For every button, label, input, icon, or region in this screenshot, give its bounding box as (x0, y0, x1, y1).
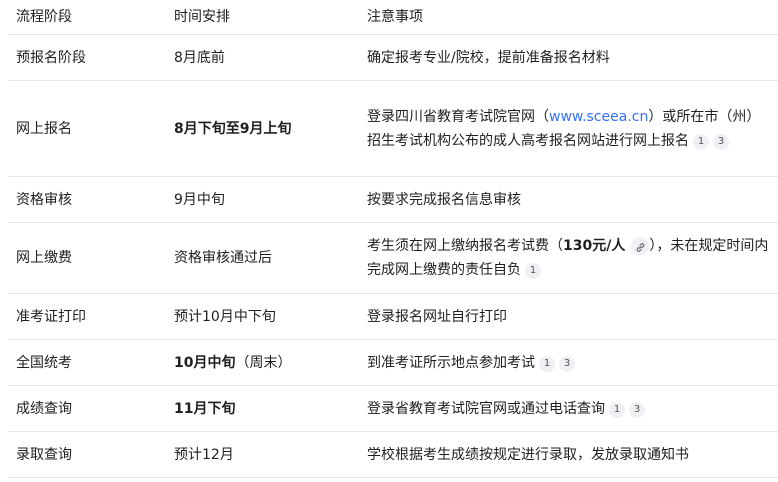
citation-badge[interactable]: 1 (525, 263, 541, 279)
note-text: 考生须在网上缴纳报名考试费（ (367, 238, 563, 254)
note-cell: 按要求完成报名信息审核 (359, 176, 778, 223)
schedule-table: 流程阶段 时间安排 注意事项 预报名阶段 8月底前 确定报考专业/院校，提前准备… (8, 0, 778, 478)
time-cell: 11月下旬 (166, 385, 359, 432)
stage-cell: 网上缴费 (8, 222, 166, 294)
citation-badge[interactable]: 1 (609, 401, 625, 418)
time-cell: 资格审核通过后 (166, 222, 359, 294)
citation-badge[interactable]: 1 (693, 133, 709, 150)
stage-cell: 网上报名 (8, 80, 166, 177)
table-row: 全国统考 10月中旬（周末） 到准考证所示地点参加考试 1 3 (8, 339, 778, 386)
note-cell: 考生须在网上缴纳报名考试费（130元/人 ），未在规定时间内完成网上缴费的责任自负… (359, 222, 778, 294)
citation-badge[interactable]: 3 (559, 355, 575, 372)
link-icon[interactable] (631, 237, 650, 255)
stage-cell: 成绩查询 (8, 385, 166, 432)
stage-cell: 资格审核 (8, 176, 166, 223)
table-row: 成绩查询 11月下旬 登录省教育考试院官网或通过电话查询 1 3 (8, 385, 778, 432)
note-cell: 学校根据考生成绩按规定进行录取，发放录取通知书 (359, 431, 778, 478)
stage-cell: 准考证打印 (8, 293, 166, 340)
citation-badge[interactable]: 3 (713, 133, 729, 150)
stage-cell: 全国统考 (8, 339, 166, 386)
sceea-link[interactable]: www.sceea.cn (549, 109, 648, 125)
stage-cell: 预报名阶段 (8, 34, 166, 81)
fee-amount: 130元/人 (563, 238, 626, 254)
table-row: 录取查询 预计12月 学校根据考生成绩按规定进行录取，发放录取通知书 (8, 431, 778, 478)
header-time: 时间安排 (166, 0, 359, 35)
note-cell: 确定报考专业/院校，提前准备报名材料 (359, 34, 778, 81)
table-row: 网上缴费 资格审核通过后 考生须在网上缴纳报名考试费（130元/人 ），未在规定时… (8, 222, 778, 294)
table-row: 网上报名 8月下旬至9月上旬 登录四川省教育考试院官网（www.sceea.cn… (8, 80, 778, 177)
note-text: 到准考证所示地点参加考试 (367, 354, 535, 371)
time-cell: 8月下旬至9月上旬 (166, 80, 359, 177)
time-rest: （周末） (235, 354, 292, 371)
time-cell: 预计12月 (166, 431, 359, 478)
citation-badge[interactable]: 1 (539, 355, 555, 372)
time-cell: 9月中旬 (166, 176, 359, 223)
note-cell: 到准考证所示地点参加考试 1 3 (359, 339, 778, 386)
time-cell: 8月底前 (166, 34, 359, 81)
time-bold: 10月中旬 (174, 354, 236, 371)
table-row: 准考证打印 预计10月中下旬 登录报名网址自行打印 (8, 293, 778, 340)
header-stage: 流程阶段 (8, 0, 166, 35)
citation-badge[interactable]: 3 (629, 401, 645, 418)
stage-cell: 录取查询 (8, 431, 166, 478)
header-notes: 注意事项 (359, 0, 778, 35)
note-text: 登录四川省教育考试院官网（ (367, 108, 549, 125)
time-cell: 10月中旬（周末） (166, 339, 359, 386)
table-row: 资格审核 9月中旬 按要求完成报名信息审核 (8, 176, 778, 223)
table-header-row: 流程阶段 时间安排 注意事项 (8, 0, 778, 35)
note-cell: 登录省教育考试院官网或通过电话查询 1 3 (359, 385, 778, 432)
note-cell: 登录报名网址自行打印 (359, 293, 778, 340)
time-cell: 预计10月中下旬 (166, 293, 359, 340)
note-cell: 登录四川省教育考试院官网（www.sceea.cn）或所在市（州）招生考试机构公… (359, 80, 778, 177)
note-text: 登录省教育考试院官网或通过电话查询 (367, 400, 605, 417)
table-row: 预报名阶段 8月底前 确定报考专业/院校，提前准备报名材料 (8, 34, 778, 81)
